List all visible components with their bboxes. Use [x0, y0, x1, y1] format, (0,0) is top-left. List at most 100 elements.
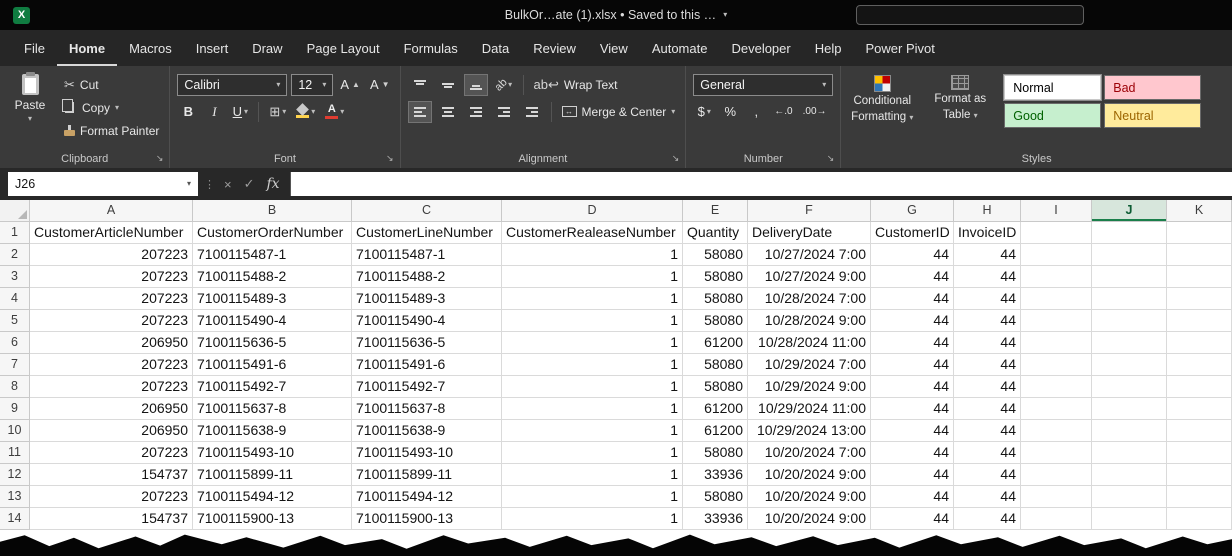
cell-G4[interactable]: 44 [871, 288, 954, 310]
cell-H1[interactable]: InvoiceID [954, 222, 1021, 244]
cell-C6[interactable]: 7100115636-5 [352, 332, 502, 354]
percent-style-button[interactable]: % [719, 101, 741, 123]
cell-G13[interactable]: 44 [871, 486, 954, 508]
column-header-F[interactable]: F [748, 200, 871, 222]
underline-button[interactable]: U ▾ [229, 101, 251, 123]
formula-bar-handle[interactable]: ⋮ [198, 178, 222, 191]
column-header-C[interactable]: C [352, 200, 502, 222]
cell-G9[interactable]: 44 [871, 398, 954, 420]
cell-B1[interactable]: CustomerOrderNumber [193, 222, 352, 244]
cell-K2[interactable] [1167, 244, 1232, 266]
column-header-J[interactable]: J [1092, 200, 1167, 222]
cell-K6[interactable] [1167, 332, 1232, 354]
decrease-indent-button[interactable] [492, 101, 516, 123]
align-middle-button[interactable] [436, 74, 460, 96]
cell-I14[interactable] [1021, 508, 1092, 530]
cell-A9[interactable]: 206950 [30, 398, 193, 420]
column-header-H[interactable]: H [954, 200, 1021, 222]
cell-A8[interactable]: 207223 [30, 376, 193, 398]
cell-D5[interactable]: 1 [502, 310, 683, 332]
row-header-12[interactable]: 12 [0, 464, 30, 486]
paste-dropdown-arrow[interactable]: ▾ [28, 115, 32, 123]
cell-H11[interactable]: 44 [954, 442, 1021, 464]
number-format-combo[interactable]: General ▾ [693, 74, 833, 96]
cell-C7[interactable]: 7100115491-6 [352, 354, 502, 376]
cell-B9[interactable]: 7100115637-8 [193, 398, 352, 420]
cell-A2[interactable]: 207223 [30, 244, 193, 266]
cell-B12[interactable]: 7100115899-11 [193, 464, 352, 486]
name-box-dropdown-arrow[interactable]: ▾ [187, 180, 191, 188]
cf-dropdown-arrow[interactable]: ▾ [909, 113, 913, 122]
cell-K10[interactable] [1167, 420, 1232, 442]
cell-J6[interactable] [1092, 332, 1167, 354]
cancel-icon[interactable]: × [224, 177, 232, 192]
cell-D14[interactable]: 1 [502, 508, 683, 530]
cell-A6[interactable]: 206950 [30, 332, 193, 354]
cell-I2[interactable] [1021, 244, 1092, 266]
copy-button[interactable]: Copy ▾ [61, 97, 162, 118]
merge-center-button[interactable]: ↔ Merge & Center ▾ [559, 101, 679, 122]
font-color-dropdown-arrow[interactable]: ▾ [340, 108, 344, 116]
row-header-1[interactable]: 1 [0, 222, 30, 244]
cell-D1[interactable]: CustomerRealeaseNumber [502, 222, 683, 244]
cell-H6[interactable]: 44 [954, 332, 1021, 354]
cell-E4[interactable]: 58080 [683, 288, 748, 310]
row-header-5[interactable]: 5 [0, 310, 30, 332]
cell-D13[interactable]: 1 [502, 486, 683, 508]
cell-B10[interactable]: 7100115638-9 [193, 420, 352, 442]
font-dialog-launcher[interactable]: ↘ [386, 153, 394, 164]
cell-E9[interactable]: 61200 [683, 398, 748, 420]
cell-G8[interactable]: 44 [871, 376, 954, 398]
enter-icon[interactable]: ✓ [244, 176, 255, 192]
cell-A10[interactable]: 206950 [30, 420, 193, 442]
cell-G2[interactable]: 44 [871, 244, 954, 266]
cell-J10[interactable] [1092, 420, 1167, 442]
tab-page-layout[interactable]: Page Layout [295, 30, 392, 66]
search-box[interactable] [856, 5, 1084, 25]
row-header-7[interactable]: 7 [0, 354, 30, 376]
cell-H4[interactable]: 44 [954, 288, 1021, 310]
wrap-text-button[interactable]: ab↩ Wrap Text [531, 74, 621, 95]
cell-F12[interactable]: 10/20/2024 9:00 [748, 464, 871, 486]
column-header-D[interactable]: D [502, 200, 683, 222]
tab-draw[interactable]: Draw [240, 30, 294, 66]
align-left-button[interactable] [408, 101, 432, 123]
cell-I11[interactable] [1021, 442, 1092, 464]
cell-D12[interactable]: 1 [502, 464, 683, 486]
tab-macros[interactable]: Macros [117, 30, 184, 66]
cell-C5[interactable]: 7100115490-4 [352, 310, 502, 332]
cell-K13[interactable] [1167, 486, 1232, 508]
row-header-10[interactable]: 10 [0, 420, 30, 442]
comma-style-button[interactable]: , [745, 101, 767, 123]
cell-C13[interactable]: 7100115494-12 [352, 486, 502, 508]
cell-G6[interactable]: 44 [871, 332, 954, 354]
tab-power-pivot[interactable]: Power Pivot [853, 30, 946, 66]
cell-F5[interactable]: 10/28/2024 9:00 [748, 310, 871, 332]
cell-K3[interactable] [1167, 266, 1232, 288]
cell-J2[interactable] [1092, 244, 1167, 266]
cell-F3[interactable]: 10/27/2024 9:00 [748, 266, 871, 288]
accounting-dropdown-arrow[interactable]: ▾ [707, 108, 711, 116]
tab-help[interactable]: Help [803, 30, 854, 66]
orientation-button[interactable]: ab ▾ [492, 74, 516, 96]
cell-F9[interactable]: 10/29/2024 11:00 [748, 398, 871, 420]
fill-color-button[interactable]: ▾ [293, 101, 318, 123]
cell-style-bad[interactable]: Bad [1104, 75, 1201, 100]
cell-I6[interactable] [1021, 332, 1092, 354]
font-name-dropdown-arrow[interactable]: ▾ [276, 81, 280, 89]
cell-C12[interactable]: 7100115899-11 [352, 464, 502, 486]
tab-developer[interactable]: Developer [719, 30, 802, 66]
number-format-dropdown-arrow[interactable]: ▾ [822, 81, 826, 89]
column-header-A[interactable]: A [30, 200, 193, 222]
cell-B14[interactable]: 7100115900-13 [193, 508, 352, 530]
cell-H2[interactable]: 44 [954, 244, 1021, 266]
cell-E5[interactable]: 58080 [683, 310, 748, 332]
cell-I3[interactable] [1021, 266, 1092, 288]
cell-K7[interactable] [1167, 354, 1232, 376]
column-header-B[interactable]: B [193, 200, 352, 222]
row-header-8[interactable]: 8 [0, 376, 30, 398]
cell-K1[interactable] [1167, 222, 1232, 244]
cell-E12[interactable]: 33936 [683, 464, 748, 486]
tab-formulas[interactable]: Formulas [392, 30, 470, 66]
cell-K12[interactable] [1167, 464, 1232, 486]
